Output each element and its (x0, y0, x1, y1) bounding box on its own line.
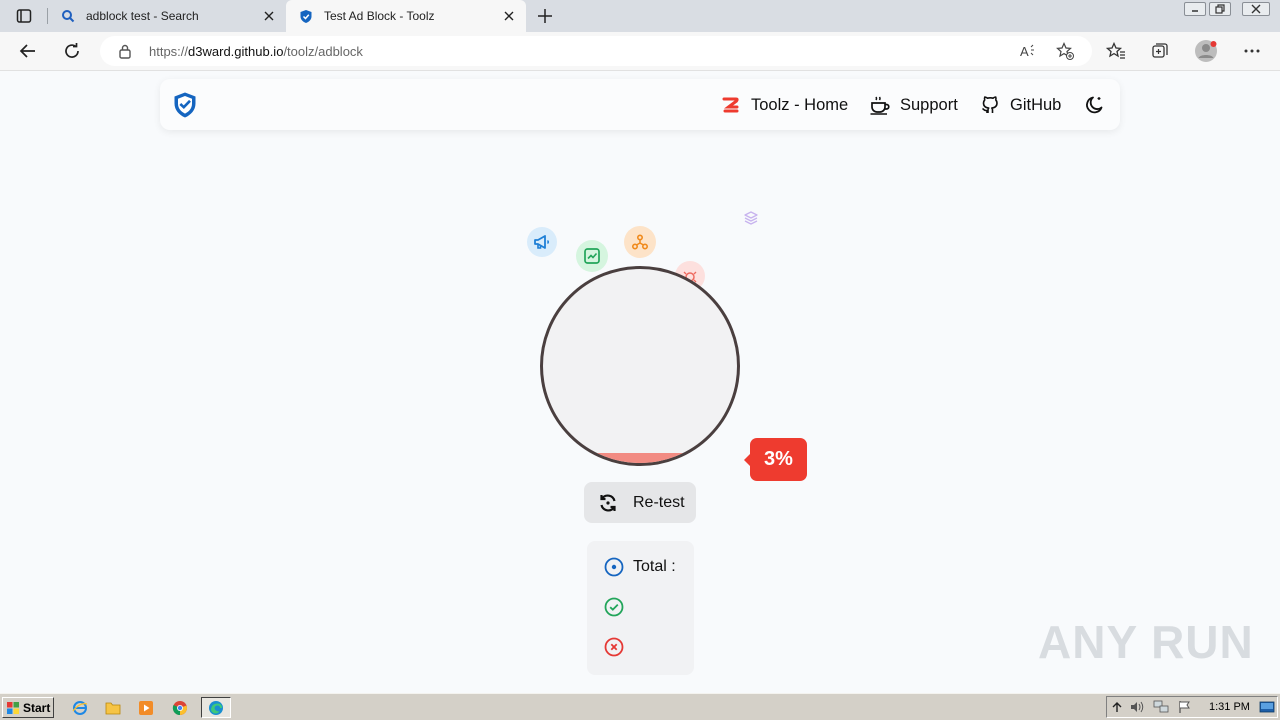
stats-panel: Total : (587, 541, 694, 675)
volume-icon[interactable] (1129, 700, 1145, 719)
add-favorite-icon[interactable] (1055, 41, 1075, 61)
close-icon[interactable] (502, 9, 516, 23)
show-desktop-icon[interactable] (1259, 700, 1275, 719)
windows-logo-icon (7, 701, 19, 714)
read-aloud-icon[interactable]: A (1019, 41, 1039, 61)
tab-title: Test Ad Block - Toolz (324, 9, 435, 23)
refresh-icon (597, 492, 619, 514)
search-icon (60, 8, 76, 24)
tab-search[interactable]: adblock test - Search (48, 0, 286, 32)
toolz-logo-icon (720, 94, 742, 116)
action-center-flag-icon[interactable] (1177, 700, 1191, 719)
shield-favicon-icon (298, 8, 314, 24)
close-window-button[interactable] (1242, 2, 1270, 16)
refresh-button[interactable] (60, 39, 84, 63)
edge-icon (209, 700, 223, 715)
tray-expand-icon[interactable] (1111, 700, 1123, 719)
tab-actions-button[interactable] (8, 5, 40, 27)
coffee-cup-icon (869, 94, 891, 116)
retest-label: Re-test (633, 493, 685, 511)
edge-taskbar-button[interactable] (201, 697, 231, 718)
nav-support[interactable]: Support (869, 93, 958, 117)
plus-icon (538, 9, 552, 23)
refresh-icon (65, 43, 79, 58)
collections-button[interactable] (1148, 39, 1172, 63)
back-button[interactable] (16, 39, 40, 63)
lock-icon (118, 43, 134, 59)
nav-label: Support (900, 95, 958, 114)
more-dots-icon (1244, 49, 1260, 53)
url-path: /toolz/adblock (283, 44, 363, 59)
close-icon (1251, 4, 1261, 14)
favorites-icon (1106, 42, 1125, 59)
theme-toggle-button[interactable] (1084, 93, 1115, 117)
percentage-badge: 3% (744, 438, 807, 481)
settings-more-button[interactable] (1240, 39, 1264, 63)
url-text: https://d3ward.github.io/toolz/adblock (149, 44, 363, 59)
ads-megaphone-icon (527, 227, 557, 257)
close-icon[interactable] (262, 9, 276, 23)
stat-blocked (603, 596, 633, 618)
url-prefix: https:// (149, 44, 189, 59)
browser-toolbar: https://d3ward.github.io/toolz/adblock A (0, 32, 1280, 71)
ie-taskbar-button[interactable] (69, 697, 91, 718)
site-navbar: Toolz - Home Support GitHub (160, 79, 1120, 130)
start-label: Start (23, 700, 51, 715)
favorites-button[interactable] (1104, 39, 1128, 63)
tab-actions-icon (16, 9, 32, 23)
folder-icon (105, 702, 121, 714)
chrome-taskbar-button[interactable] (169, 697, 191, 718)
network-icon[interactable] (1153, 700, 1169, 719)
restore-button[interactable] (1209, 2, 1231, 16)
analytics-chart-icon (576, 240, 608, 272)
page-content: Toolz - Home Support GitHub 3% Re-test T… (0, 71, 1280, 693)
url-host: d3ward.github.io (188, 44, 284, 59)
start-button[interactable]: Start (2, 697, 54, 718)
github-icon (979, 94, 1001, 116)
collections-icon (1152, 43, 1168, 58)
site-logo-link[interactable] (172, 91, 198, 119)
stat-total: Total : (603, 556, 676, 578)
watermark-text: ANY RUN (1038, 616, 1254, 668)
anyrun-watermark: ANY RUN (1038, 609, 1254, 675)
minimize-button[interactable] (1184, 2, 1206, 16)
tab-title: adblock test - Search (86, 9, 199, 23)
shield-logo-icon (174, 92, 196, 118)
windows-taskbar: Start 1:31 PM (0, 693, 1280, 720)
restore-icon (1215, 4, 1225, 14)
browser-tab-strip: adblock test - Search Test Ad Block - To… (0, 0, 1280, 32)
system-tray: 1:31 PM (1106, 696, 1278, 718)
retest-button[interactable]: Re-test (584, 482, 696, 523)
adblock-progress-circle (540, 266, 740, 466)
tracking-network-icon (624, 226, 656, 258)
moon-icon (1084, 94, 1106, 116)
new-tab-button[interactable] (534, 5, 556, 27)
media-player-icon (139, 700, 153, 715)
media-player-taskbar-button[interactable] (135, 697, 157, 718)
check-circle-icon (603, 596, 625, 618)
nav-toolz-home[interactable]: Toolz - Home (720, 93, 848, 117)
address-bar[interactable]: https://d3ward.github.io/toolz/adblock A (100, 36, 1092, 66)
chrome-icon (172, 700, 187, 715)
taskbar-clock: 1:31 PM (1209, 701, 1250, 713)
nav-label: GitHub (1010, 95, 1062, 114)
svg-text:A: A (1020, 44, 1029, 59)
minimize-icon (1192, 10, 1198, 12)
stat-total-label: Total : (633, 558, 676, 575)
nav-github[interactable]: GitHub (979, 93, 1061, 117)
internet-explorer-icon (72, 700, 88, 715)
back-arrow-icon (19, 44, 35, 58)
explorer-taskbar-button[interactable] (102, 697, 124, 718)
profile-button[interactable] (1194, 39, 1218, 63)
tab-adblock[interactable]: Test Ad Block - Toolz (286, 0, 526, 32)
layers-stack-icon (740, 207, 762, 229)
stat-not-blocked (603, 636, 633, 658)
x-circle-icon (603, 636, 625, 658)
avatar (1195, 40, 1217, 62)
progress-fill (543, 453, 737, 463)
nav-label: Toolz - Home (751, 95, 849, 114)
target-icon (603, 556, 625, 578)
